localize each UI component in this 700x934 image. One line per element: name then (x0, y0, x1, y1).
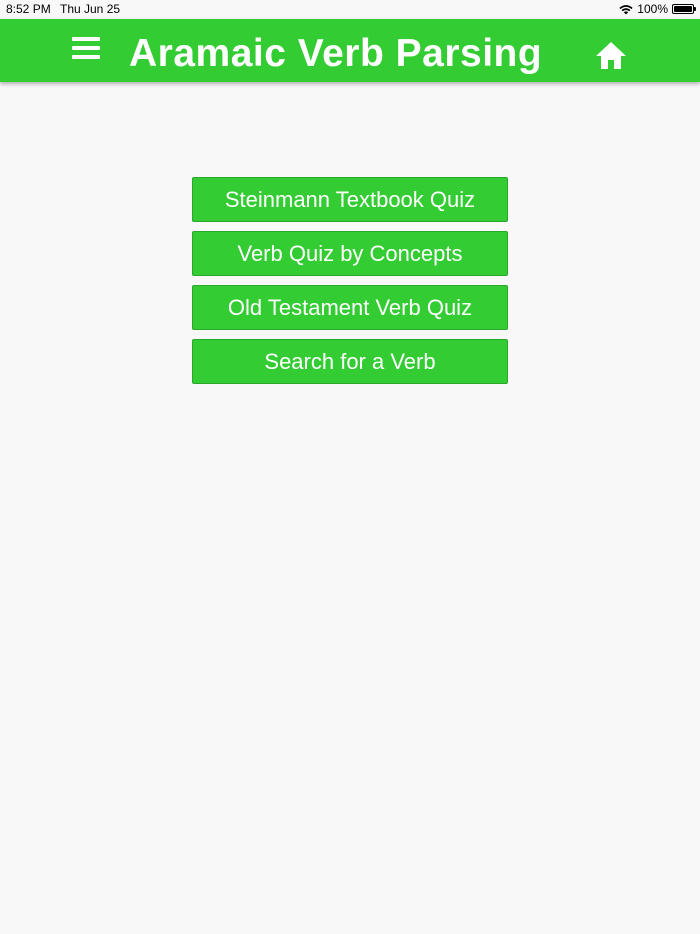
steinmann-textbook-quiz-button[interactable]: Steinmann Textbook Quiz (192, 177, 508, 222)
battery-percent: 100% (637, 2, 668, 16)
menu-bar-line (72, 37, 100, 41)
wifi-icon (619, 4, 633, 14)
battery-fill (674, 6, 692, 12)
menu-bar-line (72, 55, 100, 59)
verb-quiz-by-concepts-button[interactable]: Verb Quiz by Concepts (192, 231, 508, 276)
status-indicators: 100% (619, 2, 696, 16)
status-date: Thu Jun 25 (60, 2, 121, 16)
home-icon[interactable] (594, 39, 628, 71)
status-bar: 8:52 PM Thu Jun 25 100% (0, 0, 700, 19)
battery-icon (672, 4, 696, 14)
app-screen: 8:52 PM Thu Jun 25 100% Aramaic Verb Par… (0, 0, 700, 934)
hamburger-menu-icon[interactable] (72, 37, 104, 65)
status-time: 8:52 PM (6, 2, 51, 16)
page-title: Aramaic Verb Parsing (129, 32, 543, 75)
app-header: Aramaic Verb Parsing (0, 19, 700, 82)
search-for-a-verb-button[interactable]: Search for a Verb (192, 339, 508, 384)
old-testament-verb-quiz-button[interactable]: Old Testament Verb Quiz (192, 285, 508, 330)
menu-bar-line (72, 46, 100, 50)
main-menu: Steinmann Textbook Quiz Verb Quiz by Con… (192, 177, 508, 393)
